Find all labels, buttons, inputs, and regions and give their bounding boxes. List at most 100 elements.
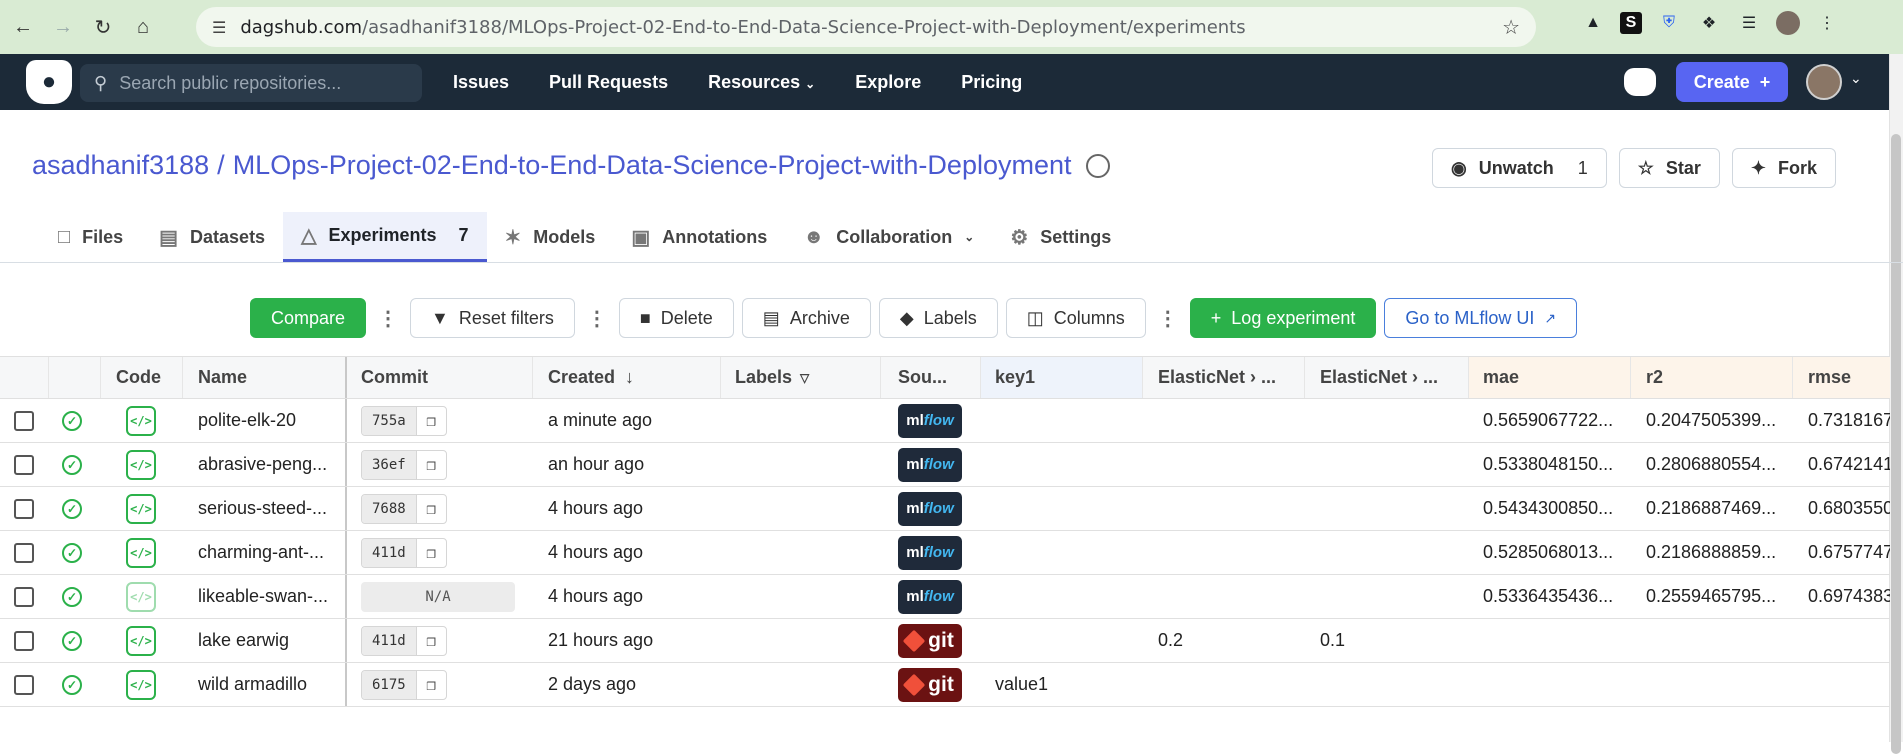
header-source[interactable]: Sou...: [898, 357, 978, 398]
experiment-name[interactable]: serious-steed-...: [198, 487, 338, 530]
table-row[interactable]: ✓ </> charming-ant-... 411d ❐ 4 hours ago ml fl…: [0, 531, 1890, 575]
experiment-name[interactable]: abrasive-peng...: [198, 443, 338, 486]
shield-extension-icon[interactable]: ⛨: [1656, 10, 1682, 36]
repo-owner-link[interactable]: asadhanif3188: [32, 150, 209, 181]
reset-filters-button[interactable]: ▼ Reset filters: [410, 298, 575, 338]
row-checkbox[interactable]: [14, 630, 34, 651]
copy-icon[interactable]: ❐: [415, 670, 446, 699]
tab-models[interactable]: ✶ Models: [487, 212, 614, 262]
git-source-icon[interactable]: git: [898, 623, 962, 658]
puzzle-extensions-icon[interactable]: ❖: [1696, 10, 1722, 36]
commit-hash[interactable]: 411d ❐: [361, 537, 447, 568]
tab-settings[interactable]: ⚙ Settings: [992, 212, 1129, 262]
s-extension-icon[interactable]: S: [1620, 12, 1642, 34]
tab-datasets[interactable]: ▤ Datasets: [141, 212, 283, 262]
code-icon[interactable]: </>: [126, 669, 156, 700]
discord-icon[interactable]: [1624, 68, 1656, 96]
browser-profile-avatar[interactable]: [1776, 11, 1800, 35]
commit-hash[interactable]: 36ef ❐: [361, 449, 447, 480]
table-row[interactable]: ✓ </> wild armadillo 6175 ❐ 2 days ago git valu…: [0, 663, 1890, 707]
tab-annotations[interactable]: ▣ Annotations: [613, 212, 785, 262]
media-control-icon[interactable]: ☰: [1736, 10, 1762, 36]
copy-icon[interactable]: ❐: [415, 494, 446, 523]
more-options-icon[interactable]: ⋮: [583, 306, 611, 331]
address-bar[interactable]: ☰ dagshub.com /asadhanif3188/MLOps-Proje…: [196, 7, 1536, 47]
fork-button[interactable]: ✦ Fork: [1731, 148, 1837, 188]
header-name[interactable]: Name: [198, 357, 338, 398]
mlflow-source-icon[interactable]: ml flow: [898, 403, 962, 438]
column-divider[interactable]: [345, 357, 347, 398]
code-icon[interactable]: </>: [126, 493, 156, 524]
commit-hash[interactable]: 755a ❐: [361, 405, 447, 436]
more-options-icon[interactable]: ⋮: [374, 306, 402, 331]
nav-explore[interactable]: Explore: [855, 72, 921, 93]
site-settings-icon[interactable]: ☰: [212, 18, 226, 37]
forward-icon[interactable]: →: [46, 10, 80, 44]
header-rmse[interactable]: rmse: [1792, 357, 1890, 398]
code-icon[interactable]: </>: [126, 537, 156, 568]
tab-experiments[interactable]: △ Experiments 7: [283, 212, 487, 262]
nav-pull-requests[interactable]: Pull Requests: [549, 72, 668, 93]
bookmark-star-icon[interactable]: ☆: [1502, 15, 1520, 39]
experiment-name[interactable]: charming-ant-...: [198, 531, 338, 574]
nav-resources[interactable]: Resources ⌄: [708, 72, 815, 93]
mlflow-source-icon[interactable]: ml flow: [898, 579, 962, 614]
commit-hash[interactable]: 6175 ❐: [361, 669, 447, 700]
row-checkbox[interactable]: [14, 674, 34, 695]
row-checkbox[interactable]: [14, 586, 34, 607]
experiment-name[interactable]: polite-elk-20: [198, 399, 338, 442]
header-commit[interactable]: Commit: [361, 357, 521, 398]
mlflow-source-icon[interactable]: ml flow: [898, 447, 962, 482]
table-row[interactable]: ✓ </> likeable-swan-... N/A 4 hours ago ml flo…: [0, 575, 1890, 619]
archive-button[interactable]: ▤ Archive: [741, 298, 871, 338]
home-icon[interactable]: ⌂: [126, 10, 160, 44]
dagshub-logo-icon[interactable]: ●: [26, 60, 72, 104]
mlflow-source-icon[interactable]: ml flow: [898, 535, 962, 570]
user-avatar[interactable]: [1806, 64, 1842, 100]
table-row[interactable]: ✓ </> serious-steed-... 7688 ❐ 4 hours ago ml f…: [0, 487, 1890, 531]
log-experiment-button[interactable]: + Log experiment: [1189, 298, 1377, 338]
nav-issues[interactable]: Issues: [453, 72, 509, 93]
create-button[interactable]: Create +: [1676, 62, 1788, 102]
copy-icon[interactable]: ❐: [415, 538, 446, 567]
compare-button[interactable]: Compare: [250, 298, 367, 338]
header-labels[interactable]: Labels ▽: [735, 357, 885, 398]
row-checkbox[interactable]: [14, 498, 34, 519]
code-icon[interactable]: </>: [126, 625, 156, 656]
code-icon[interactable]: </>: [126, 581, 156, 612]
row-checkbox[interactable]: [14, 454, 34, 475]
star-button[interactable]: ☆ Star: [1618, 148, 1720, 188]
experiment-name[interactable]: likeable-swan-...: [198, 575, 338, 618]
copy-icon[interactable]: ❐: [415, 406, 446, 435]
experiment-name[interactable]: lake earwig: [198, 619, 338, 662]
copy-icon[interactable]: ❐: [415, 626, 446, 655]
back-icon[interactable]: ←: [6, 10, 40, 44]
header-code[interactable]: Code: [116, 357, 186, 398]
page-scrollbar[interactable]: [1889, 54, 1903, 754]
mlflow-source-icon[interactable]: ml flow: [898, 491, 962, 526]
code-icon[interactable]: </>: [126, 405, 156, 436]
drive-extension-icon[interactable]: ▲: [1580, 10, 1606, 36]
nav-pricing[interactable]: Pricing: [961, 72, 1022, 93]
table-row[interactable]: ✓ </> polite-elk-20 755a ❐ a minute ago ml flow…: [0, 399, 1890, 443]
header-created[interactable]: Created ↓: [548, 357, 718, 398]
row-checkbox[interactable]: [14, 410, 34, 431]
experiment-name[interactable]: wild armadillo: [198, 663, 338, 706]
unwatch-button[interactable]: ◉ Unwatch 1: [1432, 148, 1607, 188]
code-icon[interactable]: </>: [126, 449, 156, 480]
labels-button[interactable]: ◆ Labels: [878, 298, 998, 338]
row-checkbox[interactable]: [14, 542, 34, 563]
mlflow-ui-link[interactable]: Go to MLflow UI ↗: [1384, 298, 1578, 338]
copy-icon[interactable]: ❐: [415, 450, 446, 479]
scrollbar-thumb[interactable]: [1891, 134, 1901, 754]
browser-menu-icon[interactable]: ⋮: [1814, 10, 1840, 36]
reload-icon[interactable]: ↻: [86, 10, 120, 44]
header-elasticnet-2[interactable]: ElasticNet › ...: [1304, 357, 1468, 398]
header-elasticnet-1[interactable]: ElasticNet › ...: [1142, 357, 1304, 398]
commit-hash[interactable]: 7688 ❐: [361, 493, 447, 524]
commit-hash[interactable]: 411d ❐: [361, 625, 447, 656]
columns-button[interactable]: ◫ Columns: [1005, 298, 1146, 338]
tab-files[interactable]: □ Files: [40, 212, 141, 262]
delete-button[interactable]: ■ Delete: [618, 298, 734, 338]
repo-name-link[interactable]: MLOps-Project-02-End-to-End-Data-Science…: [233, 150, 1072, 181]
